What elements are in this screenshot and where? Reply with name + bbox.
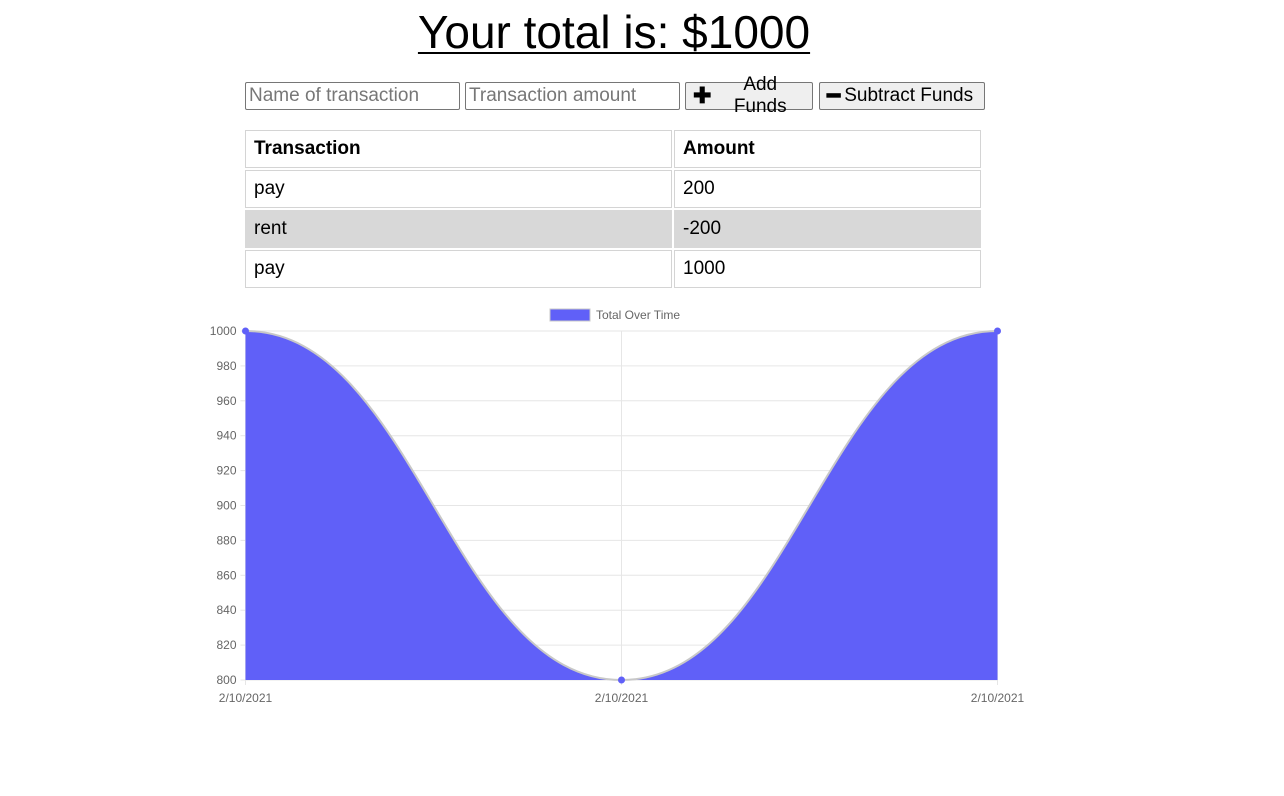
y-tick-label: 900 — [216, 499, 236, 513]
add-funds-label: Add Funds — [733, 74, 787, 117]
y-tick-label: 840 — [216, 603, 236, 617]
transaction-name-cell: pay — [245, 170, 672, 208]
x-tick-label: 2/10/2021 — [595, 691, 649, 705]
transaction-amount-cell: 200 — [674, 170, 981, 208]
y-tick-label: 960 — [216, 394, 236, 408]
x-tick-label: 2/10/2021 — [971, 691, 1025, 705]
table-row: pay 1000 — [245, 250, 981, 288]
data-point — [618, 676, 625, 684]
total-heading: Your total is: $1000 — [417, 6, 811, 58]
column-header-transaction: Transaction — [245, 130, 672, 168]
subtract-funds-label: Subtract Funds — [844, 85, 974, 106]
column-header-amount: Amount — [674, 130, 981, 168]
data-point — [994, 327, 1001, 335]
y-tick-label: 800 — [216, 673, 236, 687]
y-tick-label: 880 — [216, 533, 236, 547]
y-tick-label: 1000 — [210, 324, 237, 338]
transaction-name-cell: rent — [245, 210, 672, 248]
subtract-funds-button[interactable]: ━ Subtract Funds — [819, 82, 985, 110]
transaction-amount-cell: -200 — [674, 210, 981, 248]
data-point — [242, 327, 249, 335]
legend-swatch — [549, 308, 591, 322]
transaction-amount-input[interactable] — [465, 82, 680, 110]
y-tick-label: 920 — [216, 464, 236, 478]
x-tick-label: 2/10/2021 — [219, 691, 273, 705]
minus-icon: ━ — [827, 83, 841, 108]
plus-icon: ✚ — [693, 83, 712, 108]
y-tick-label: 860 — [216, 568, 236, 582]
chart-canvas: 800 820 840 860 880 900 920 940 960 980 1000 2/10/2… — [210, 308, 1025, 705]
transaction-name-input[interactable] — [245, 82, 460, 110]
total-over-time-chart: 800 820 840 860 880 900 920 940 960 980 1000 2/10/2… — [200, 300, 1040, 710]
transactions-table: Transaction Amount pay 200 rent -200 pay… — [243, 128, 983, 290]
legend-label: Total Over Time — [596, 308, 680, 322]
table-header-row: Transaction Amount — [245, 130, 981, 168]
transaction-name-cell: pay — [245, 250, 672, 288]
y-tick-label: 940 — [216, 429, 236, 443]
transaction-amount-cell: 1000 — [674, 250, 981, 288]
table-row: pay 200 — [245, 170, 981, 208]
add-funds-button[interactable]: ✚ Add Funds — [685, 74, 813, 117]
y-tick-label: 980 — [216, 359, 236, 373]
y-tick-label: 820 — [216, 638, 236, 652]
table-row: rent -200 — [245, 210, 981, 248]
